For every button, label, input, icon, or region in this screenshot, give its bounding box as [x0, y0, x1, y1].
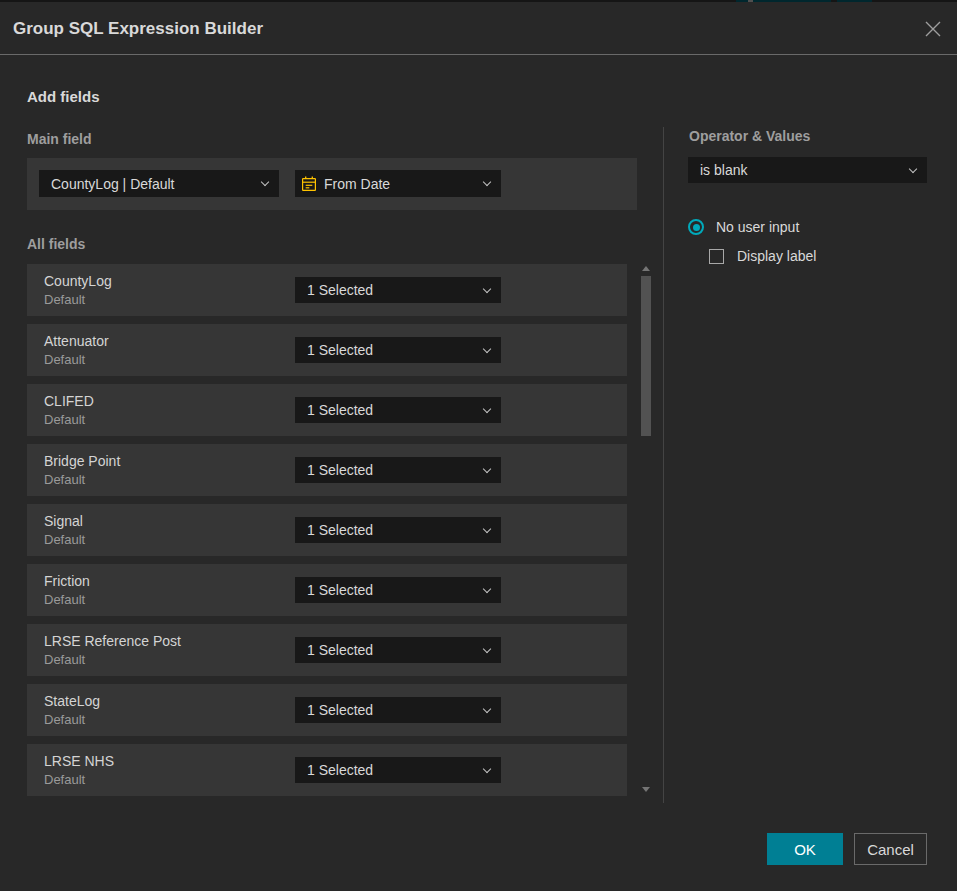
- field-selected-dropdown[interactable]: 1 Selected: [295, 457, 501, 483]
- dialog-title: Group SQL Expression Builder: [13, 19, 263, 39]
- chevron-down-icon: [483, 764, 491, 772]
- field-row-bridge-point: Bridge Point Default 1 Selected: [27, 444, 627, 496]
- chevron-down-icon: [483, 344, 491, 352]
- no-user-input-label: No user input: [716, 219, 799, 235]
- main-layer-select-value: CountyLog | Default: [39, 176, 262, 192]
- field-row-lrse-nhs: LRSE NHS Default 1 Selected: [27, 744, 627, 796]
- panel-divider: [663, 127, 664, 803]
- display-label-label: Display label: [737, 249, 816, 264]
- operator-select-value: is blank: [688, 162, 910, 178]
- field-selected-value: 1 Selected: [295, 582, 484, 598]
- main-field-select-value: From Date: [317, 176, 484, 192]
- field-selected-dropdown[interactable]: 1 Selected: [295, 337, 501, 363]
- main-field-select[interactable]: From Date: [295, 170, 501, 197]
- field-sublabel: Default: [44, 472, 85, 487]
- field-selected-value: 1 Selected: [295, 702, 484, 718]
- field-selected-value: 1 Selected: [295, 402, 484, 418]
- chevron-down-icon: [483, 524, 491, 532]
- all-fields-list: CountyLog Default 1 Selected Attenuator Defa…: [27, 264, 627, 804]
- field-selected-value: 1 Selected: [295, 462, 484, 478]
- field-name: Bridge Point: [44, 453, 120, 469]
- chevron-down-icon: [483, 284, 491, 292]
- field-selected-value: 1 Selected: [295, 642, 484, 658]
- operator-values-label: Operator & Values: [689, 128, 810, 144]
- ok-button[interactable]: OK: [767, 833, 843, 865]
- close-icon[interactable]: [924, 20, 942, 38]
- field-selected-value: 1 Selected: [295, 282, 484, 298]
- no-user-input-radio[interactable]: [688, 219, 704, 235]
- field-name: CLIFED: [44, 393, 94, 409]
- field-row-friction: Friction Default 1 Selected: [27, 564, 627, 616]
- field-sublabel: Default: [44, 652, 85, 667]
- field-sublabel: Default: [44, 772, 85, 787]
- field-sublabel: Default: [44, 292, 85, 307]
- chevron-down-icon: [483, 178, 491, 186]
- scrollbar-down-icon[interactable]: [642, 787, 650, 792]
- field-selected-dropdown[interactable]: 1 Selected: [295, 517, 501, 543]
- field-selected-dropdown[interactable]: 1 Selected: [295, 397, 501, 423]
- field-row-signal: Signal Default 1 Selected: [27, 504, 627, 556]
- field-selected-value: 1 Selected: [295, 762, 484, 778]
- field-selected-value: 1 Selected: [295, 342, 484, 358]
- field-name: CountyLog: [44, 273, 112, 289]
- scrollbar-thumb[interactable]: [641, 276, 651, 436]
- cancel-button[interactable]: Cancel: [854, 833, 927, 865]
- field-row-lrse-reference-post: LRSE Reference Post Default 1 Selected: [27, 624, 627, 676]
- scrollbar-up-icon[interactable]: [642, 266, 650, 271]
- add-fields-heading: Add fields: [27, 88, 100, 105]
- field-selected-value: 1 Selected: [295, 522, 484, 538]
- dialog-header: Group SQL Expression Builder: [0, 2, 957, 55]
- field-row-attenuator: Attenuator Default 1 Selected: [27, 324, 627, 376]
- field-name: Signal: [44, 513, 83, 529]
- field-selected-dropdown[interactable]: 1 Selected: [295, 697, 501, 723]
- field-name: StateLog: [44, 693, 100, 709]
- main-field-label: Main field: [27, 131, 92, 147]
- field-sublabel: Default: [44, 352, 85, 367]
- chevron-down-icon: [909, 164, 917, 172]
- chevron-down-icon: [483, 464, 491, 472]
- field-sublabel: Default: [44, 592, 85, 607]
- main-layer-select[interactable]: CountyLog | Default: [39, 170, 279, 197]
- field-sublabel: Default: [44, 412, 85, 427]
- main-field-panel: CountyLog | Default From Date: [27, 158, 637, 210]
- field-selected-dropdown[interactable]: 1 Selected: [295, 277, 501, 303]
- field-name: Friction: [44, 573, 90, 589]
- chevron-down-icon: [483, 704, 491, 712]
- all-fields-label: All fields: [27, 236, 85, 252]
- field-selected-dropdown[interactable]: 1 Selected: [295, 637, 501, 663]
- field-name: Attenuator: [44, 333, 109, 349]
- field-row-countylog: CountyLog Default 1 Selected: [27, 264, 627, 316]
- field-name: LRSE NHS: [44, 753, 114, 769]
- chevron-down-icon: [483, 644, 491, 652]
- radio-dot: [693, 224, 700, 231]
- field-sublabel: Default: [44, 712, 85, 727]
- field-selected-dropdown[interactable]: 1 Selected: [295, 577, 501, 603]
- field-row-clifed: CLIFED Default 1 Selected: [27, 384, 627, 436]
- operator-select[interactable]: is blank: [688, 157, 927, 183]
- field-sublabel: Default: [44, 532, 85, 547]
- chevron-down-icon: [483, 584, 491, 592]
- calendar-icon: [301, 176, 317, 192]
- chevron-down-icon: [261, 178, 269, 186]
- display-label-checkbox[interactable]: [709, 249, 724, 264]
- field-row-statelog: StateLog Default 1 Selected: [27, 684, 627, 736]
- chevron-down-icon: [483, 404, 491, 412]
- field-selected-dropdown[interactable]: 1 Selected: [295, 757, 501, 783]
- field-name: LRSE Reference Post: [44, 633, 181, 649]
